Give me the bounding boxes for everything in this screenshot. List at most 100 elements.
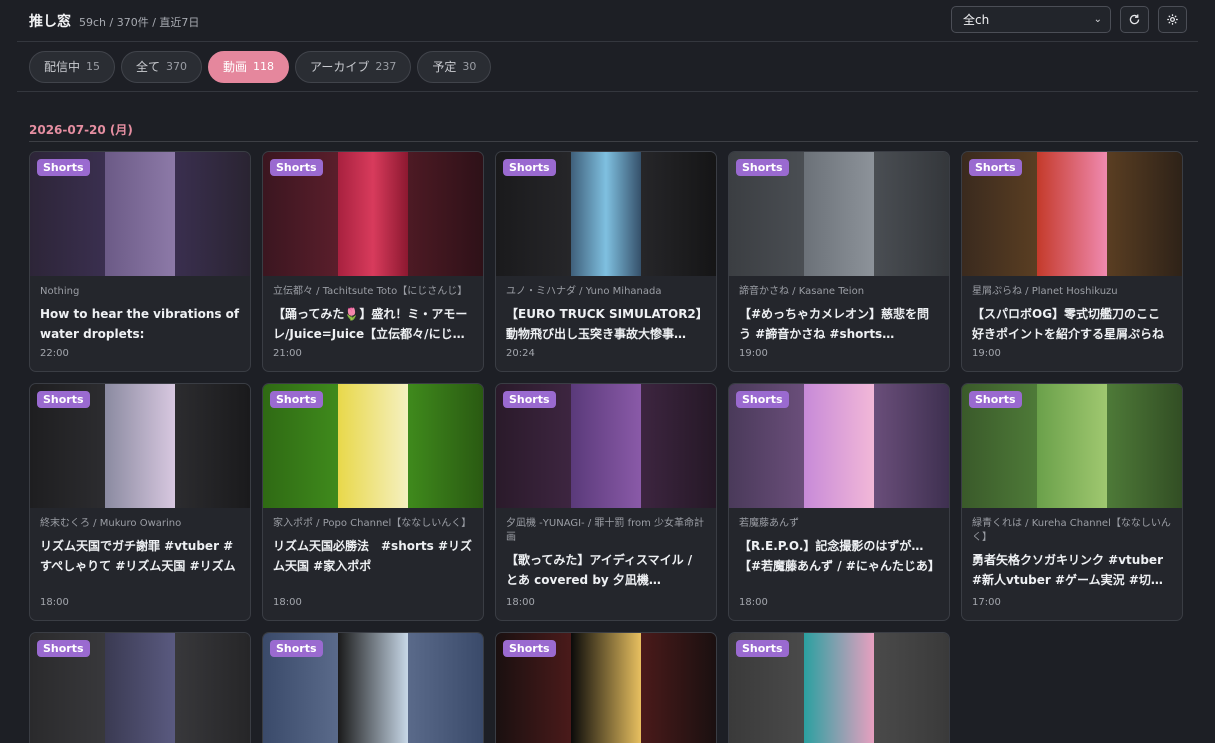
tab-videos[interactable]: 動画 118: [208, 50, 290, 83]
tab-count: 30: [462, 60, 477, 73]
video-meta: 夕凪機 -YUNAGI- / 罪十罰 from 少女革命計画 【歌ってみた】アイ…: [496, 508, 716, 590]
shorts-badge: Shorts: [37, 391, 90, 408]
header-controls: 全ch ⌄: [951, 6, 1187, 33]
video-card[interactable]: Shorts 星屑ぷらね / Planet Hoshikuzu 【スパロボOG】…: [961, 151, 1183, 372]
video-thumbnail: Shorts: [263, 633, 483, 743]
video-card[interactable]: Shorts Nothing How to hear the vibration…: [29, 151, 251, 372]
video-card[interactable]: Shorts: [495, 632, 717, 743]
video-channel: 星屑ぷらね / Planet Hoshikuzu: [972, 286, 1118, 297]
video-time: 18:00: [40, 597, 69, 608]
app-subtitle: 59ch / 370件 / 直近7日: [79, 15, 200, 29]
video-card[interactable]: Shorts 立伝都々 / Tachitsute Toto【にじさんじ】 【踊っ…: [262, 151, 484, 372]
video-time: 21:00: [273, 348, 302, 359]
shorts-badge: Shorts: [736, 640, 789, 657]
video-card[interactable]: Shorts 夕凪機 -YUNAGI- / 罪十罰 from 少女革命計画 【歌…: [495, 383, 717, 621]
video-channel: 終末むくろ / Mukuro Owarino: [40, 518, 182, 529]
video-meta: 諦音かさね / Kasane Teion 【#めっちゃカメレオン】慈悲を問う #…: [729, 276, 949, 344]
video-thumbnail: Shorts: [30, 633, 250, 743]
tab-count: 237: [375, 60, 397, 73]
video-channel: 若魔藤あんず: [739, 518, 799, 529]
shorts-badge: Shorts: [736, 159, 789, 176]
video-card[interactable]: Shorts: [262, 632, 484, 743]
refresh-icon: [1129, 14, 1140, 25]
tab-count: 370: [166, 60, 188, 73]
video-time: 20:24: [506, 348, 535, 359]
tab-live[interactable]: 配信中 15: [29, 50, 116, 83]
video-thumbnail: Shorts: [729, 152, 949, 276]
video-time: 18:00: [273, 597, 302, 608]
video-thumbnail: Shorts: [496, 152, 716, 276]
app-header: 推し窓 59ch / 370件 / 直近7日 全ch ⌄: [17, 0, 1198, 42]
video-channel: 諦音かさね / Kasane Teion: [739, 286, 865, 297]
video-channel: ユノ・ミハナダ / Yuno Mihanada: [506, 286, 662, 297]
video-channel: 夕凪機 -YUNAGI- / 罪十罰 from 少女革命計画: [506, 518, 705, 543]
channel-select-value: 全ch: [963, 13, 990, 27]
video-thumbnail: Shorts: [30, 384, 250, 508]
video-channel: 緑青くれは / Kureha Channel【ななしいんく】: [972, 518, 1171, 543]
video-channel: 家入ポポ / Popo Channel【ななしいんく】: [273, 518, 472, 529]
video-meta: 緑青くれは / Kureha Channel【ななしいんく】 勇者矢格クソガキリ…: [962, 508, 1182, 590]
shorts-badge: Shorts: [503, 640, 556, 657]
video-time: 19:00: [739, 348, 768, 359]
filter-tabs: 配信中 15 全て 370 動画 118 アーカイブ 237 予定 30: [17, 42, 1198, 92]
video-title: 【歌ってみた】アイディスマイル / とあ covered by 夕凪機×CONT…: [506, 553, 693, 587]
video-card[interactable]: Shorts 緑青くれは / Kureha Channel【ななしいんく】 勇者…: [961, 383, 1183, 621]
tab-all[interactable]: 全て 370: [121, 50, 203, 83]
video-card[interactable]: Shorts 諦音かさね / Kasane Teion 【#めっちゃカメレオン】…: [728, 151, 950, 372]
video-card[interactable]: Shorts 家入ポポ / Popo Channel【ななしいんく】 リズム天国…: [262, 383, 484, 621]
video-time: 18:00: [506, 597, 535, 608]
tab-label: 動画: [223, 60, 248, 74]
shorts-badge: Shorts: [270, 159, 323, 176]
video-title: リズム天国必勝法 #shorts #リズム天国 #家入ポポ: [273, 539, 473, 573]
shorts-badge: Shorts: [270, 640, 323, 657]
video-meta: 家入ポポ / Popo Channel【ななしいんく】 リズム天国必勝法 #sh…: [263, 508, 483, 576]
video-card[interactable]: Shorts: [728, 632, 950, 743]
tab-scheduled[interactable]: 予定 30: [417, 50, 492, 83]
video-card[interactable]: Shorts 若魔藤あんず 【R.E.P.O.】記念撮影のはずが…【#若魔藤あん…: [728, 383, 950, 621]
video-title: 【踊ってみた🌷】盛れ！ミ・アモーレ/Juice=Juice【立伝都々/にじさんじ…: [273, 307, 468, 341]
video-meta: 若魔藤あんず 【R.E.P.O.】記念撮影のはずが…【#若魔藤あんず / #にゃ…: [729, 508, 949, 576]
video-title: 【R.E.P.O.】記念撮影のはずが…【#若魔藤あんず / #にゃんたじあ】: [739, 539, 939, 573]
video-meta: 終末むくろ / Mukuro Owarino リズム天国でガチ謝罪 #vtube…: [30, 508, 250, 576]
video-card[interactable]: Shorts ユノ・ミハナダ / Yuno Mihanada 【EURO TRU…: [495, 151, 717, 372]
video-thumbnail: Shorts: [30, 152, 250, 276]
shorts-badge: Shorts: [503, 159, 556, 176]
video-meta: ユノ・ミハナダ / Yuno Mihanada 【EURO TRUCK SIMU…: [496, 276, 716, 344]
video-title: 【#めっちゃカメレオン】慈悲を問う #諦音かさね #shorts #vtuber: [739, 307, 930, 341]
video-card[interactable]: Shorts 終末むくろ / Mukuro Owarino リズム天国でガチ謝罪…: [29, 383, 251, 621]
video-time: 22:00: [40, 348, 69, 359]
settings-button[interactable]: [1158, 6, 1187, 33]
video-time: 18:00: [739, 597, 768, 608]
video-thumbnail: Shorts: [962, 152, 1182, 276]
video-meta: 星屑ぷらね / Planet Hoshikuzu 【スパロボOG】零式切艦刀のこ…: [962, 276, 1182, 344]
video-card[interactable]: Shorts: [29, 632, 251, 743]
tab-label: 配信中: [44, 60, 81, 74]
refresh-button[interactable]: [1120, 6, 1149, 33]
video-thumbnail: Shorts: [729, 384, 949, 508]
gear-icon: [1167, 14, 1178, 25]
video-title: 勇者矢格クソガキリンク #vtuber #新人vtuber #ゲーム実況 #切り…: [972, 553, 1163, 587]
tab-archive[interactable]: アーカイブ 237: [295, 50, 412, 83]
video-thumbnail: Shorts: [729, 633, 949, 743]
video-thumbnail: Shorts: [496, 633, 716, 743]
video-title: 【EURO TRUCK SIMULATOR2】動物飛び出し玉突き事故大惨事…: [506, 307, 702, 341]
date-divider: [29, 141, 1198, 142]
chevron-down-icon: ⌄: [1093, 14, 1102, 25]
video-channel: Nothing: [40, 286, 80, 297]
video-thumbnail: Shorts: [496, 384, 716, 508]
tab-count: 118: [253, 60, 275, 73]
tab-label: 予定: [432, 60, 457, 74]
video-title: リズム天国でガチ謝罪 #vtuber #すぺしゃりて #リズム天国 #リズム: [40, 539, 236, 573]
video-meta: 立伝都々 / Tachitsute Toto【にじさんじ】 【踊ってみた🌷】盛れ…: [263, 276, 483, 344]
tab-label: アーカイブ: [310, 60, 370, 74]
video-thumbnail: Shorts: [263, 384, 483, 508]
shorts-badge: Shorts: [37, 159, 90, 176]
video-time: 19:00: [972, 348, 1001, 359]
shorts-badge: Shorts: [969, 391, 1022, 408]
shorts-badge: Shorts: [270, 391, 323, 408]
channel-select[interactable]: 全ch ⌄: [951, 6, 1111, 33]
video-title: 【スパロボOG】零式切艦刀のここ好きポイントを紹介する星屑ぷらね: [972, 307, 1165, 341]
video-title: How to hear the vibrations of water drop…: [40, 307, 240, 341]
video-meta: Nothing How to hear the vibrations of wa…: [30, 276, 250, 344]
shorts-badge: Shorts: [736, 391, 789, 408]
